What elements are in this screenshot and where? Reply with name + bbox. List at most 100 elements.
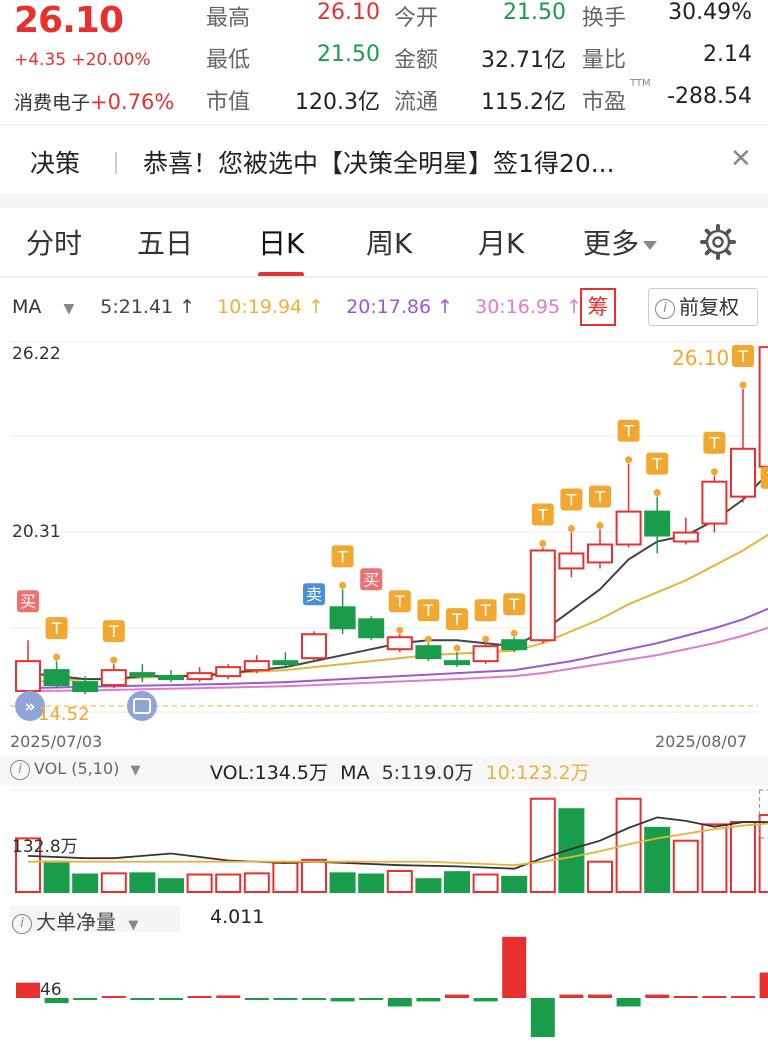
volume-bar [758, 814, 768, 894]
dadan-axis-label: 46 [40, 980, 62, 1000]
candle-body [358, 618, 385, 639]
candle-body [186, 672, 213, 681]
vol-selector[interactable]: i VOL (5,10) ▼ [10, 759, 190, 783]
signal-dot [739, 381, 747, 389]
high-price-mark: 26.10 [672, 346, 730, 370]
signal-label: T [51, 619, 62, 638]
dadan-bar [673, 996, 698, 998]
volume-bar [587, 860, 613, 893]
signal-label: T [394, 592, 405, 611]
dadan-bar [416, 998, 441, 1002]
signal-label: T [423, 601, 434, 620]
candle-body [529, 549, 556, 642]
dadan-bar [473, 998, 498, 1002]
info-icon: i [10, 759, 30, 780]
dadan-bar [359, 998, 384, 1000]
dadan-bar [244, 998, 269, 1000]
dadan-bar [559, 994, 584, 998]
price-axis-top: 26.22 [12, 344, 61, 364]
dadan-bar [702, 996, 727, 998]
signal-dot [453, 644, 461, 652]
candle-body [701, 480, 728, 525]
dadan-bar [330, 998, 355, 1002]
volume-bar [72, 873, 99, 893]
candle-body [215, 666, 242, 678]
signal-label: 卖 [306, 585, 322, 604]
signal-label: T [480, 601, 491, 620]
volume-bar [672, 839, 699, 893]
volume-bar [730, 821, 756, 893]
volume-bar [444, 871, 470, 894]
signal-dot [510, 629, 518, 637]
candle-body [386, 636, 413, 651]
vol-indicator-bar: i VOL (5,10) ▼ VOL:134.5万 MA 5:119.0万 10:… [0, 756, 768, 786]
candle-body [758, 346, 768, 468]
dadan-selector[interactable]: i 大单净量 ▼ [10, 906, 180, 934]
signal-label: T [623, 422, 634, 441]
kline-chart[interactable]: 买TT卖T买TTTTTTTTTTTTT» [0, 0, 768, 1044]
signal-dot [53, 653, 61, 661]
dadan-bar [731, 996, 755, 998]
volume-bar [272, 861, 299, 893]
candle-body [472, 645, 499, 663]
dadan-bar [302, 998, 326, 1000]
candle-body [243, 660, 270, 672]
volume-bar [472, 873, 499, 893]
signal-dot [625, 456, 633, 464]
dadan-bar [530, 998, 555, 1038]
volume-bar [129, 872, 156, 893]
dadan-bar [101, 996, 126, 998]
volume-bar [301, 858, 327, 894]
candle-body [158, 675, 184, 681]
candle-body [730, 447, 756, 498]
price-axis-mid: 20.31 [12, 522, 61, 542]
signal-dot [539, 539, 547, 547]
low-price-mark: 14.52 [38, 704, 90, 725]
signal-dot [653, 489, 661, 497]
candle-body [301, 633, 327, 660]
signal-dot [710, 468, 718, 476]
candle-body [615, 510, 642, 546]
candle-body [444, 660, 470, 666]
signal-label: T [451, 610, 462, 629]
dadan-bar [187, 996, 212, 998]
candle-body [272, 660, 299, 666]
vol-ma-label: MA [340, 762, 370, 784]
signal-dot [339, 581, 347, 589]
vol-values: VOL:134.5万 MA 5:119.0万 10:123.2万 [210, 758, 590, 785]
volume-bar [243, 872, 270, 893]
info-icon: i [12, 913, 32, 934]
signal-label: T [737, 347, 748, 366]
dadan-bar [759, 972, 768, 998]
volume-bar [386, 870, 413, 894]
candle-body [43, 669, 70, 687]
vol-ma10: 10:123.2万 [485, 762, 590, 784]
candle-body [329, 606, 356, 630]
dadan-bar [502, 936, 527, 998]
dadan-bar [645, 994, 670, 998]
candle-body [415, 645, 442, 660]
signal-label: T [337, 547, 348, 566]
dadan-bar [16, 982, 40, 998]
dadan-bar [130, 998, 155, 1000]
candle-body [672, 531, 699, 543]
dadan-bar [159, 998, 183, 1000]
volume-bar [43, 860, 70, 893]
volume-bar [158, 878, 184, 893]
signal-dot [424, 635, 432, 643]
candle-body [72, 681, 99, 693]
signal-label: T [594, 488, 605, 507]
signal-dot [596, 522, 604, 530]
date-start: 2025/07/03 [10, 732, 103, 751]
dadan-bar [588, 994, 612, 998]
dadan-bar [387, 998, 412, 1007]
candle-body [15, 660, 41, 693]
reset-button [127, 691, 157, 721]
signal-dot [482, 635, 490, 643]
dadan-bar [445, 994, 469, 998]
vol-axis-label: 132.8万 [12, 837, 78, 857]
vol-ma5: 5:119.0万 [381, 762, 474, 784]
volume-bar [358, 873, 385, 893]
candle-body [558, 552, 585, 570]
date-end: 2025/08/07 [655, 732, 748, 751]
